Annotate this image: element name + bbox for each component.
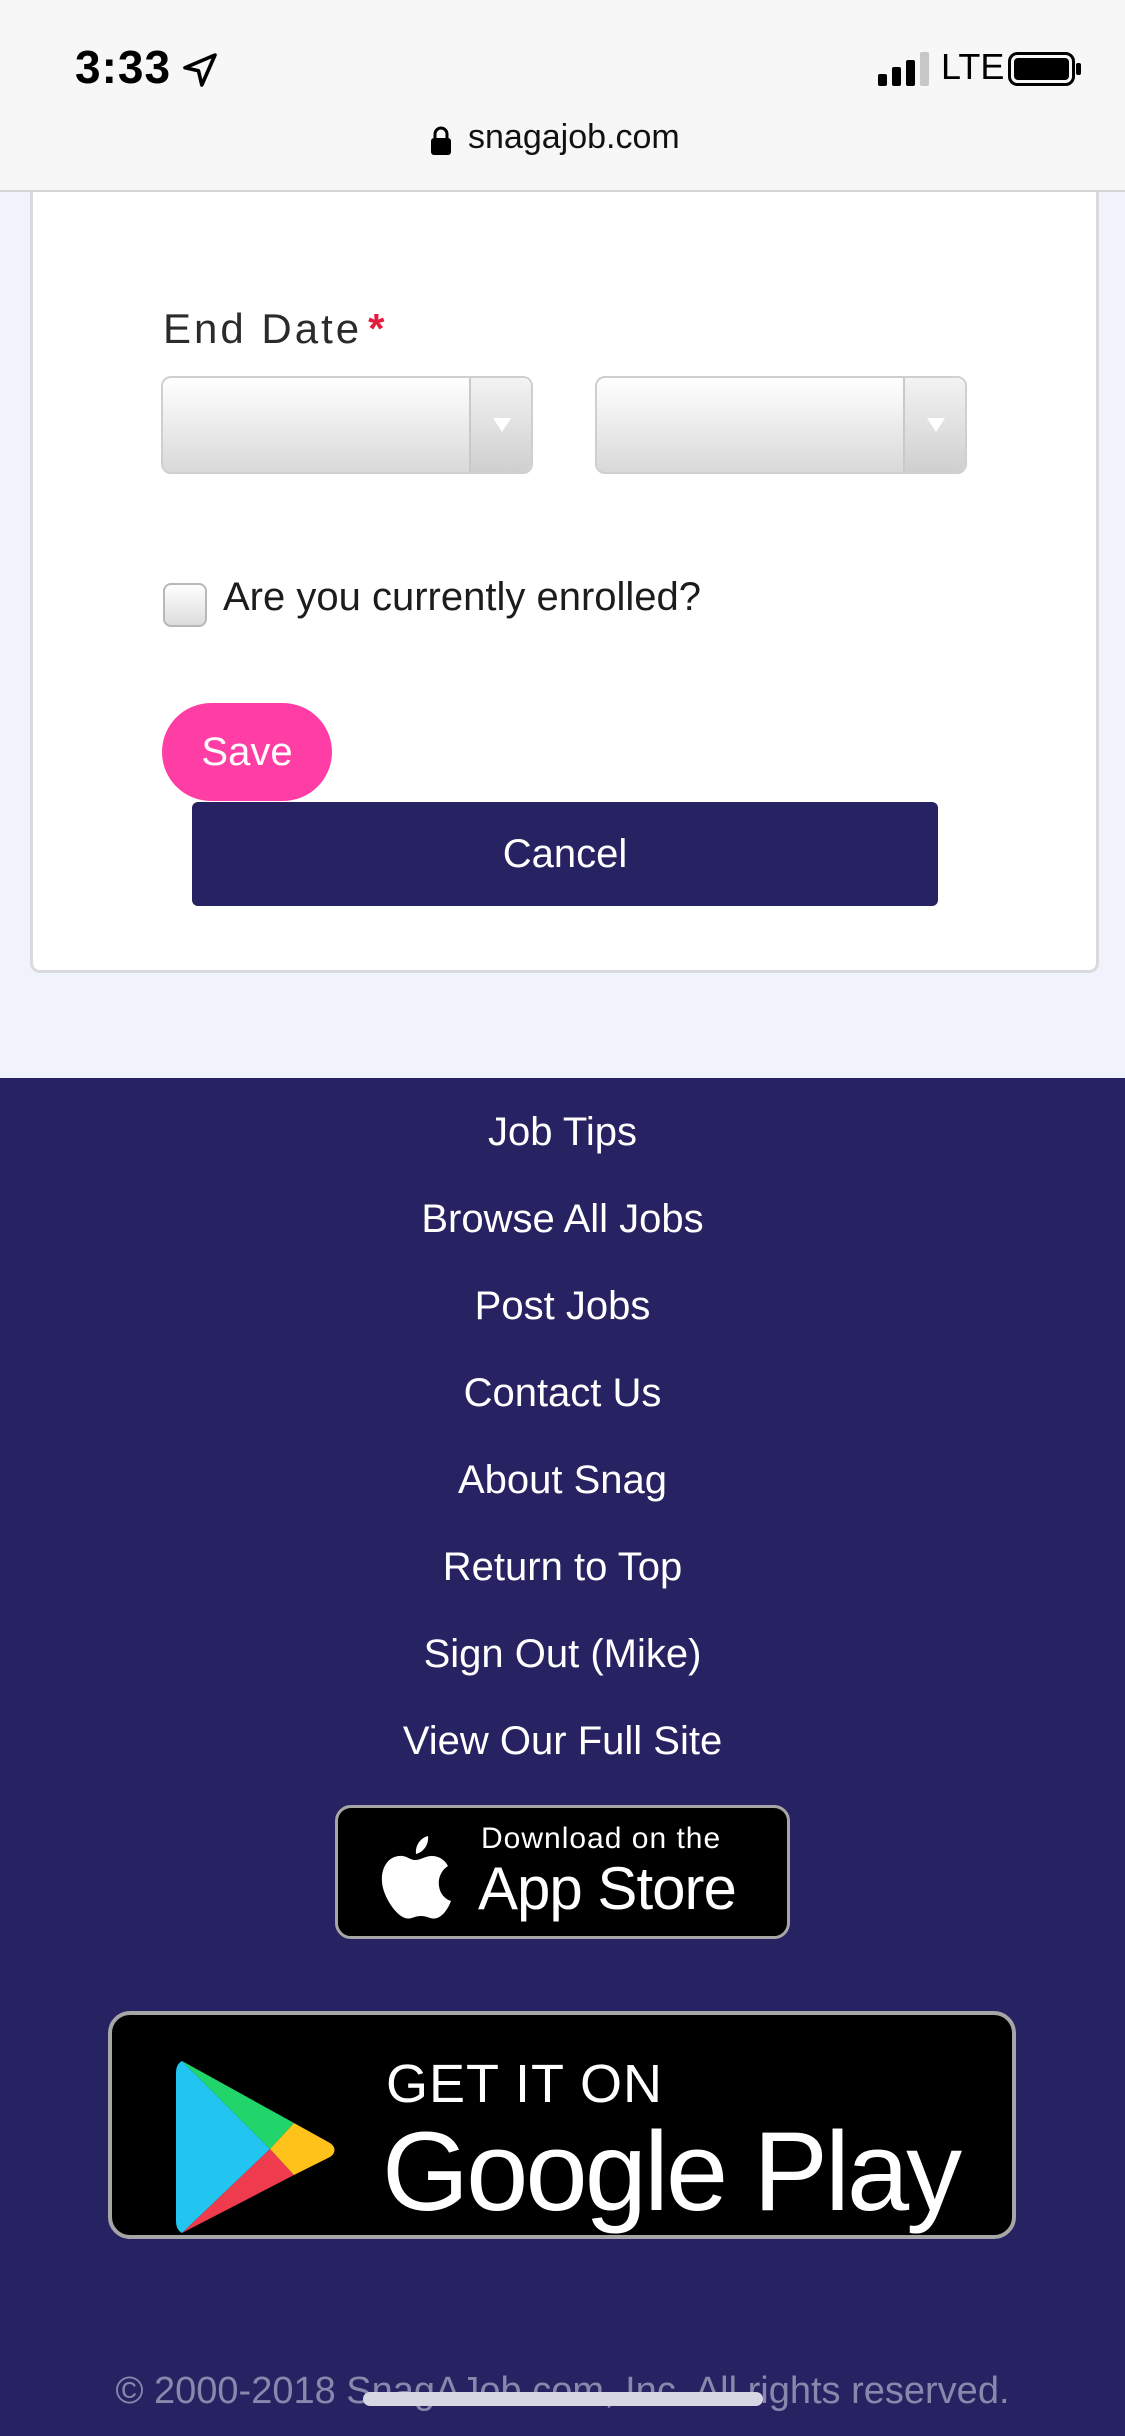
footer-link-contact-us[interactable]: Contact Us [0, 1371, 1125, 1416]
footer-link-view-full-site[interactable]: View Our Full Site [0, 1719, 1125, 1764]
battery-icon [1008, 52, 1081, 86]
lock-icon [431, 126, 451, 155]
signal-bars-icon [878, 52, 929, 86]
footer-link-return-to-top[interactable]: Return to Top [0, 1545, 1125, 1590]
network-type: LTE [941, 46, 1005, 87]
currently-enrolled-checkbox[interactable] [163, 583, 207, 627]
currently-enrolled-label[interactable]: Are you currently enrolled? [223, 575, 701, 620]
footer-link-post-jobs[interactable]: Post Jobs [0, 1284, 1125, 1329]
end-date-year-select[interactable] [595, 376, 967, 474]
google-play-big-text: Google Play [382, 2109, 962, 2234]
browser-top-bar: 3:33 LTE snagajob.com [0, 0, 1125, 192]
google-play-small-text: GET IT ON [386, 2054, 664, 2114]
footer-link-browse-all-jobs[interactable]: Browse All Jobs [0, 1197, 1125, 1242]
footer-link-about-snag[interactable]: About Snag [0, 1458, 1125, 1503]
app-store-big-text: App Store [478, 1855, 737, 1922]
end-date-label: End Date * [163, 305, 387, 353]
status-time: 3:33 [75, 41, 172, 93]
chevron-down-icon [903, 378, 965, 472]
app-store-badge[interactable]: Download on the App Store [335, 1805, 790, 1939]
google-play-badge[interactable]: GET IT ON Google Play [108, 2011, 1016, 2239]
footer-link-sign-out[interactable]: Sign Out (Mike) [0, 1632, 1125, 1677]
required-marker: * [368, 305, 388, 352]
app-store-small-text: Download on the [481, 1822, 722, 1855]
google-play-logo-icon [176, 2061, 335, 2233]
location-arrow-icon [183, 53, 217, 87]
apple-logo-icon [381, 1836, 451, 1919]
end-date-label-text: End Date [163, 305, 363, 352]
footer-link-job-tips[interactable]: Job Tips [0, 1110, 1125, 1155]
cancel-button[interactable]: Cancel [192, 802, 938, 906]
site-footer: Job Tips Browse All Jobs Post Jobs Conta… [0, 1078, 1125, 2436]
home-indicator[interactable] [363, 2392, 763, 2406]
education-form-card: End Date * Are you currently enrolled? Sa… [30, 110, 1099, 973]
save-button[interactable]: Save [162, 703, 332, 801]
chevron-down-icon [469, 378, 531, 472]
end-date-month-select[interactable] [161, 376, 533, 474]
address-bar-url[interactable]: snagajob.com [468, 118, 680, 157]
